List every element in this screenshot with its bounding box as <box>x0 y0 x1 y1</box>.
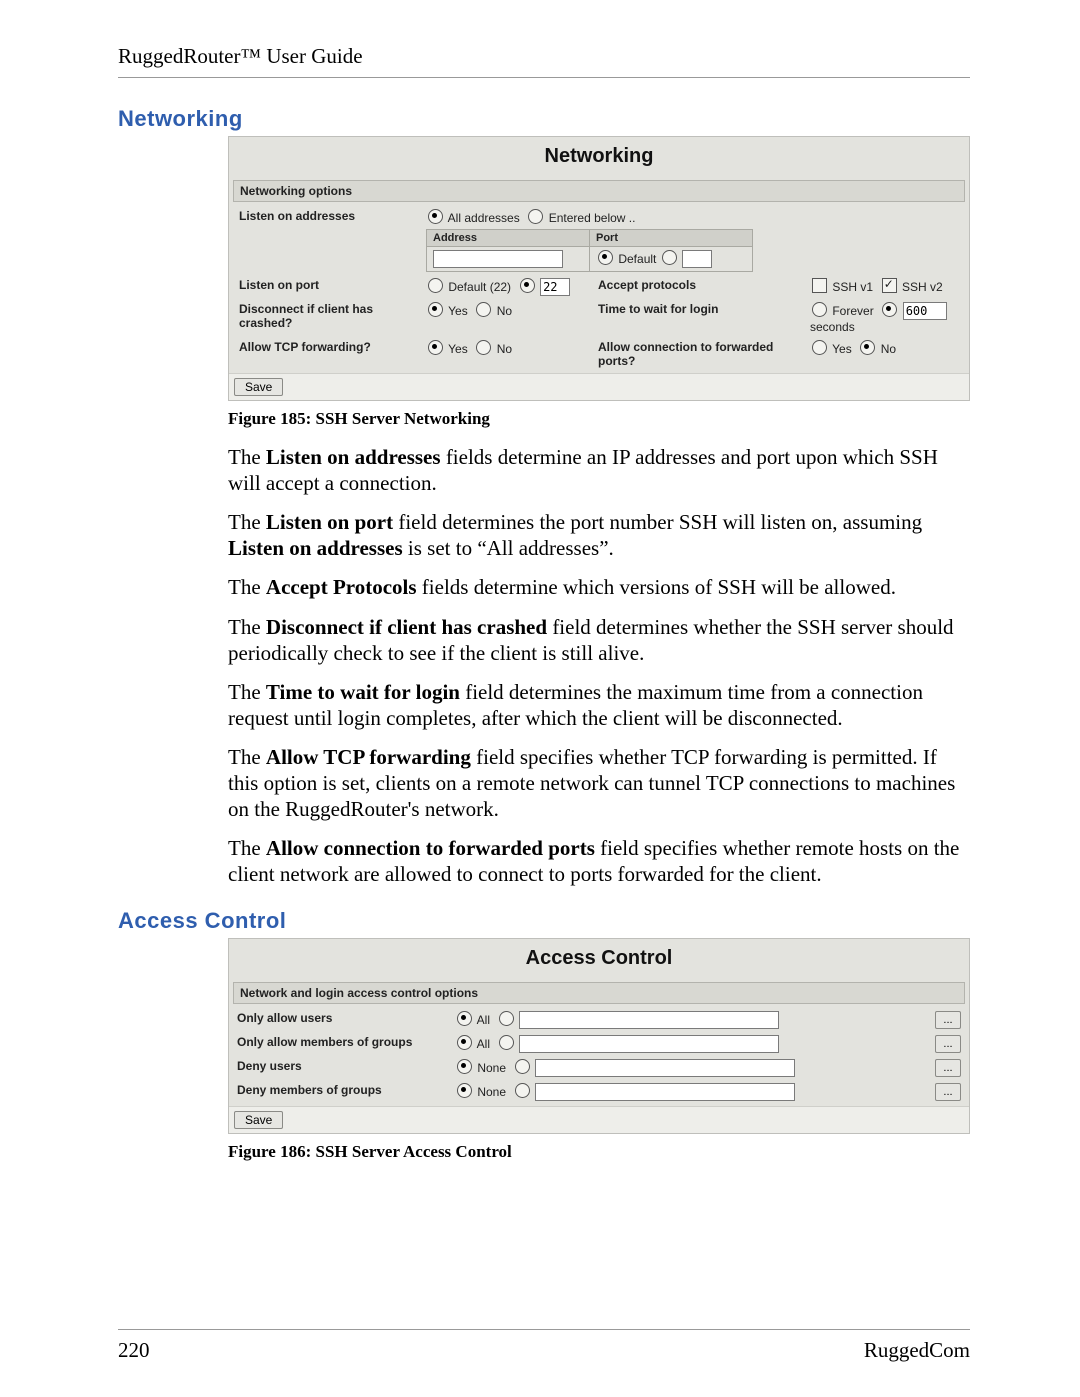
input-address[interactable] <box>433 250 563 268</box>
radio-port-default22[interactable] <box>428 278 443 293</box>
options-bar-access: Network and login access control options <box>233 982 965 1004</box>
panel-title-networking: Networking <box>229 137 969 178</box>
opt-none-2: None <box>477 1085 506 1099</box>
opt-all-2: All <box>477 1037 490 1051</box>
label-allow-tcp: Allow TCP forwarding? <box>233 337 420 371</box>
label-deny-groups: Deny members of groups <box>233 1080 451 1104</box>
browse-deny-groups[interactable]: ... <box>935 1083 961 1101</box>
radio-deny-groups-none[interactable] <box>457 1083 472 1098</box>
radio-fwd-no[interactable] <box>860 340 875 355</box>
para-5: The Time to wait for login field determi… <box>228 680 970 731</box>
label-yes2: Yes <box>448 342 468 356</box>
para-6: The Allow TCP forwarding field specifies… <box>228 745 970 822</box>
label-no3: No <box>881 342 896 356</box>
opt-entered-below: Entered below .. <box>549 211 636 225</box>
label-allow-groups: Only allow members of groups <box>233 1032 451 1056</box>
col-port: Port <box>590 230 753 247</box>
label-accept-protocols: Accept protocols <box>592 275 804 299</box>
heading-networking: Networking <box>118 106 970 132</box>
radio-allow-users-custom[interactable] <box>499 1011 514 1026</box>
opt-all-addresses: All addresses <box>448 211 520 225</box>
para-3: The Accept Protocols fields determine wh… <box>228 575 970 601</box>
doc-header: RuggedRouter™ User Guide <box>118 44 970 78</box>
panel-networking: Networking Networking options Listen on … <box>228 136 970 401</box>
input-deny-users[interactable] <box>535 1059 795 1077</box>
radio-timewait-value[interactable] <box>882 302 897 317</box>
page-number: 220 <box>118 1338 150 1363</box>
label-ssh-v2: SSH v2 <box>902 280 943 294</box>
radio-disconnect-no[interactable] <box>476 302 491 317</box>
label-listen-addresses: Listen on addresses <box>233 206 420 275</box>
browse-allow-groups[interactable]: ... <box>935 1035 961 1053</box>
heading-access: Access Control <box>118 908 970 934</box>
opt-all-1: All <box>477 1013 490 1027</box>
label-no1: No <box>497 304 512 318</box>
save-button-networking[interactable]: Save <box>234 378 283 396</box>
radio-allow-groups-custom[interactable] <box>499 1035 514 1050</box>
radio-all-addresses[interactable] <box>428 209 443 224</box>
para-7: The Allow connection to forwarded ports … <box>228 836 970 887</box>
para-1: The Listen on addresses fields determine… <box>228 445 970 496</box>
para-4: The Disconnect if client has crashed fie… <box>228 615 970 666</box>
label-port-default: Default <box>618 252 656 266</box>
radio-deny-users-none[interactable] <box>457 1059 472 1074</box>
radio-entered-below[interactable] <box>528 209 543 224</box>
label-yes3: Yes <box>832 342 852 356</box>
label-forever: Forever <box>832 304 873 318</box>
label-yes1: Yes <box>448 304 468 318</box>
options-bar-networking: Networking options <box>233 180 965 202</box>
label-time-wait: Time to wait for login <box>592 299 804 337</box>
footer-brand: RuggedCom <box>864 1338 970 1363</box>
caption-fig186: Figure 186: SSH Server Access Control <box>228 1142 970 1162</box>
radio-disconnect-yes[interactable] <box>428 302 443 317</box>
doc-title: RuggedRouter™ User Guide <box>118 44 363 68</box>
save-button-access[interactable]: Save <box>234 1111 283 1129</box>
radio-port-default[interactable] <box>598 250 613 265</box>
label-no2: No <box>497 342 512 356</box>
label-allow-users: Only allow users <box>233 1008 451 1032</box>
input-timewait[interactable] <box>903 302 947 320</box>
label-ssh-v1: SSH v1 <box>832 280 873 294</box>
label-seconds: seconds <box>810 320 855 334</box>
caption-fig185: Figure 185: SSH Server Networking <box>228 409 970 429</box>
browse-deny-users[interactable]: ... <box>935 1059 961 1077</box>
radio-allow-users-all[interactable] <box>457 1011 472 1026</box>
label-allow-fwd-ports: Allow connection to forwarded ports? <box>592 337 804 371</box>
opt-none-1: None <box>477 1061 506 1075</box>
panel-title-access: Access Control <box>229 939 969 980</box>
browse-allow-users[interactable]: ... <box>935 1011 961 1029</box>
radio-allow-groups-all[interactable] <box>457 1035 472 1050</box>
radio-port-value[interactable] <box>520 278 535 293</box>
label-default22: Default (22) <box>448 280 511 294</box>
chk-ssh-v2[interactable] <box>882 278 897 293</box>
input-allow-groups[interactable] <box>519 1035 779 1053</box>
input-allow-users[interactable] <box>519 1011 779 1029</box>
label-disconnect: Disconnect if client has crashed? <box>233 299 420 337</box>
para-2: The Listen on port field determines the … <box>228 510 970 561</box>
radio-tcp-yes[interactable] <box>428 340 443 355</box>
chk-ssh-v1[interactable] <box>812 278 827 293</box>
doc-footer: 220 RuggedCom <box>118 1329 970 1363</box>
input-port[interactable] <box>682 250 712 268</box>
panel-access: Access Control Network and login access … <box>228 938 970 1134</box>
radio-port-custom[interactable] <box>662 250 677 265</box>
input-listen-port[interactable] <box>540 278 570 296</box>
radio-fwd-yes[interactable] <box>812 340 827 355</box>
radio-forever[interactable] <box>812 302 827 317</box>
input-deny-groups[interactable] <box>535 1083 795 1101</box>
radio-deny-groups-custom[interactable] <box>515 1083 530 1098</box>
label-listen-port: Listen on port <box>233 275 420 299</box>
radio-tcp-no[interactable] <box>476 340 491 355</box>
col-address: Address <box>427 230 590 247</box>
label-deny-users: Deny users <box>233 1056 451 1080</box>
radio-deny-users-custom[interactable] <box>515 1059 530 1074</box>
